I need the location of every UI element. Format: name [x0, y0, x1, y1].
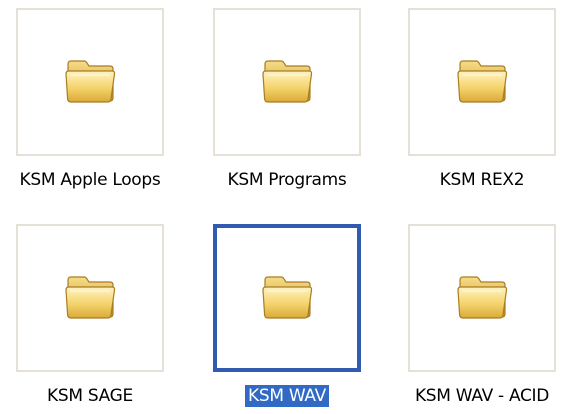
folder-icon [259, 274, 315, 322]
folder-label[interactable]: KSM Programs [202, 170, 372, 190]
folder-icon [62, 274, 118, 322]
folder-item[interactable]: KSM REX2 [397, 8, 567, 198]
folder-icon [259, 58, 315, 106]
folder-icon [454, 58, 510, 106]
folder-thumbnail[interactable] [16, 8, 164, 156]
folder-item[interactable]: KSM Programs [202, 8, 372, 198]
folder-label[interactable]: KSM REX2 [397, 170, 567, 190]
folder-item[interactable]: KSM WAV - ACID [397, 224, 567, 414]
folder-icon [62, 58, 118, 106]
folder-label[interactable]: KSM SAGE [5, 386, 175, 406]
folder-item-selected[interactable]: KSM WAV [202, 224, 372, 414]
folder-thumbnail[interactable] [408, 8, 556, 156]
folder-thumbnail[interactable] [213, 8, 361, 156]
folder-label[interactable]: KSM Apple Loops [5, 170, 175, 190]
folder-label[interactable]: KSM WAV [202, 385, 372, 407]
folder-thumbnail[interactable] [408, 224, 556, 372]
folder-label[interactable]: KSM WAV - ACID [397, 386, 567, 406]
folder-item[interactable]: KSM Apple Loops [5, 8, 175, 198]
folder-thumbnail[interactable] [213, 224, 361, 372]
folder-icon [454, 274, 510, 322]
folder-item[interactable]: KSM SAGE [5, 224, 175, 414]
folder-thumbnail[interactable] [16, 224, 164, 372]
